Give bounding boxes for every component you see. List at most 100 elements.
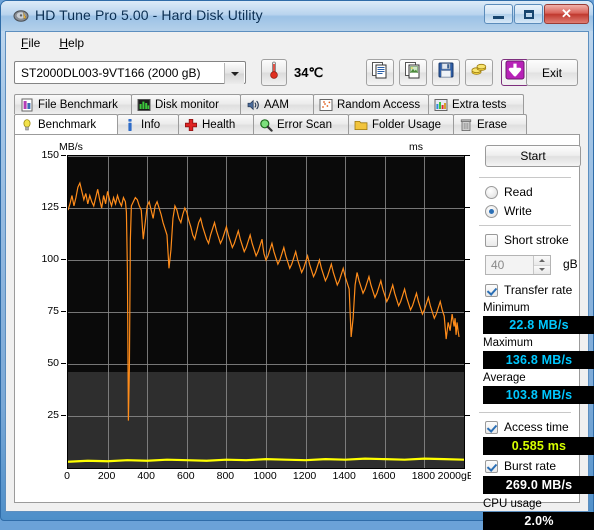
maximize-button[interactable] bbox=[514, 4, 543, 24]
short-stroke-unit: gB bbox=[563, 257, 578, 271]
series-access-time bbox=[68, 457, 464, 463]
y-axis-label-left: MB/s bbox=[59, 141, 83, 153]
burst-rate-checkbox-icon bbox=[485, 459, 498, 473]
y-tick-left: 100 bbox=[41, 253, 66, 265]
radio-write[interactable]: Write bbox=[485, 204, 532, 218]
tab-error-scan[interactable]: Error Scan bbox=[253, 114, 349, 134]
maximize-icon bbox=[523, 9, 534, 19]
benchmark-sidebar: Start Read Write Short stroke 40 gB Tran… bbox=[471, 137, 594, 530]
x-tick: 1000 bbox=[253, 470, 277, 482]
x-tick: 200 bbox=[97, 470, 116, 482]
short-stroke-checkbox-icon bbox=[485, 233, 498, 247]
buy-button[interactable] bbox=[465, 59, 493, 86]
copy-text-icon bbox=[371, 61, 389, 84]
tab-benchmark[interactable]: Benchmark bbox=[14, 114, 118, 134]
tab-error-scan-label: Error Scan bbox=[277, 118, 332, 131]
copy-image-button[interactable] bbox=[399, 59, 427, 86]
start-button[interactable]: Start bbox=[485, 145, 581, 167]
radio-read[interactable]: Read bbox=[485, 185, 533, 199]
copy-image-icon bbox=[404, 61, 422, 84]
short-stroke-label: Short stroke bbox=[504, 233, 569, 247]
lightbulb-icon bbox=[20, 118, 34, 132]
stepper-up-icon[interactable] bbox=[534, 256, 550, 265]
x-tick: 1200 bbox=[292, 470, 317, 482]
copy-text-button[interactable] bbox=[366, 59, 394, 86]
maximum-value: 136.8 MB/s bbox=[483, 351, 594, 369]
checkbox-access-time[interactable]: Access time bbox=[485, 420, 569, 434]
radio-read-label: Read bbox=[504, 185, 533, 199]
y-tick-left: 125 bbox=[41, 201, 66, 213]
chart-curves bbox=[68, 181, 464, 463]
radio-read-icon bbox=[485, 185, 498, 199]
tab-info[interactable]: Info bbox=[117, 114, 179, 134]
x-tick: 1800 bbox=[411, 470, 436, 482]
tab-health[interactable]: Health bbox=[178, 114, 254, 134]
stepper-buttons[interactable] bbox=[533, 256, 550, 274]
chevron-down-icon[interactable] bbox=[224, 63, 244, 84]
temperature-button[interactable] bbox=[261, 59, 287, 86]
transfer-rate-checkbox-icon bbox=[485, 283, 498, 297]
title-bar: HD Tune Pro 5.00 - Hard Disk Utility ✕ bbox=[1, 1, 593, 31]
minimum-value: 22.8 MB/s bbox=[483, 316, 594, 334]
tab-erase[interactable]: Erase bbox=[453, 114, 527, 134]
tab-random-access-label: Random Access bbox=[337, 98, 421, 111]
tab-extra-tests-label: Extra tests bbox=[452, 98, 507, 111]
menu-item-help-label: elp bbox=[68, 36, 85, 50]
tab-row-primary: Benchmark Info Health Error Scan Folder … bbox=[14, 114, 580, 134]
access-time-checkbox-icon bbox=[485, 420, 498, 434]
trash-icon bbox=[459, 118, 473, 132]
file-benchmark-icon bbox=[20, 98, 34, 112]
stepper-down-icon[interactable] bbox=[534, 264, 550, 274]
tab-disk-monitor[interactable]: Disk monitor bbox=[131, 94, 241, 114]
tab-random-access[interactable]: Random Access bbox=[313, 94, 429, 114]
extra-chart-icon bbox=[434, 98, 448, 112]
tab-folder-usage[interactable]: Folder Usage bbox=[348, 114, 454, 134]
access-time-label: Access time bbox=[504, 420, 569, 434]
tab-aam[interactable]: AAM bbox=[240, 94, 314, 114]
radio-write-icon bbox=[485, 204, 498, 218]
menu-item-help[interactable]: Help bbox=[50, 33, 94, 53]
menu-item-file[interactable]: File bbox=[12, 33, 50, 53]
checkbox-transfer-rate[interactable]: Transfer rate bbox=[485, 283, 572, 297]
series-transfer-rate bbox=[68, 181, 460, 421]
floppy-disk-icon bbox=[437, 61, 455, 84]
tab-folder-usage-label: Folder Usage bbox=[372, 118, 442, 131]
window-title: HD Tune Pro 5.00 - Hard Disk Utility bbox=[35, 7, 263, 23]
close-button[interactable]: ✕ bbox=[544, 4, 589, 24]
x-tick: 600 bbox=[177, 470, 195, 482]
window-client-area: File Help ST2000DL003-9VT166 (2000 gB) 3… bbox=[5, 31, 594, 530]
cpu-usage-label: CPU usage bbox=[483, 498, 542, 510]
y-tick-left: 75 bbox=[47, 305, 66, 317]
drive-select[interactable]: ST2000DL003-9VT166 (2000 gB) bbox=[14, 61, 246, 84]
save-button[interactable] bbox=[432, 59, 460, 86]
minimize-icon bbox=[493, 15, 504, 19]
burst-rate-value: 269.0 MB/s bbox=[483, 476, 594, 494]
coins-icon bbox=[470, 61, 488, 84]
y-tick-left: 50 bbox=[47, 357, 66, 369]
minimum-label: Minimum bbox=[483, 302, 530, 314]
tab-container: File Benchmark Disk monitor AAM Random A… bbox=[14, 94, 594, 530]
checkbox-short-stroke[interactable]: Short stroke bbox=[485, 233, 569, 247]
x-axis-ticks: 0 200 400 600 800 1000 1200 1400 1600 1800 2000gB bbox=[64, 470, 474, 486]
exit-button[interactable]: Exit bbox=[526, 59, 578, 86]
bar-chart-icon bbox=[137, 98, 151, 112]
tab-info-label: Info bbox=[141, 118, 161, 131]
average-value: 103.8 MB/s bbox=[483, 386, 594, 404]
tab-file-benchmark[interactable]: File Benchmark bbox=[14, 94, 132, 114]
x-tick: 0 bbox=[64, 470, 70, 482]
cpu-usage-value: 2.0% bbox=[483, 512, 594, 530]
download-button[interactable] bbox=[501, 59, 529, 86]
x-tick: 400 bbox=[137, 470, 155, 482]
short-stroke-stepper[interactable]: 40 bbox=[485, 255, 551, 275]
toolbar: ST2000DL003-9VT166 (2000 gB) 34℃ Exit bbox=[6, 54, 588, 94]
y-tick-left: 150 bbox=[41, 149, 66, 161]
tab-extra-tests[interactable]: Extra tests bbox=[428, 94, 524, 114]
minimize-button[interactable] bbox=[484, 4, 513, 24]
tab-erase-label: Erase bbox=[477, 118, 508, 131]
y-axis-ticks-left: 150 125 100 75 50 25 bbox=[17, 149, 67, 467]
checkbox-burst-rate[interactable]: Burst rate bbox=[485, 459, 556, 473]
temperature-value: 34℃ bbox=[294, 65, 324, 80]
benchmark-panel: MB/s ms 150125100755025 605040302010 020… bbox=[14, 134, 594, 530]
speaker-icon bbox=[246, 98, 260, 112]
tab-health-label: Health bbox=[202, 118, 236, 131]
